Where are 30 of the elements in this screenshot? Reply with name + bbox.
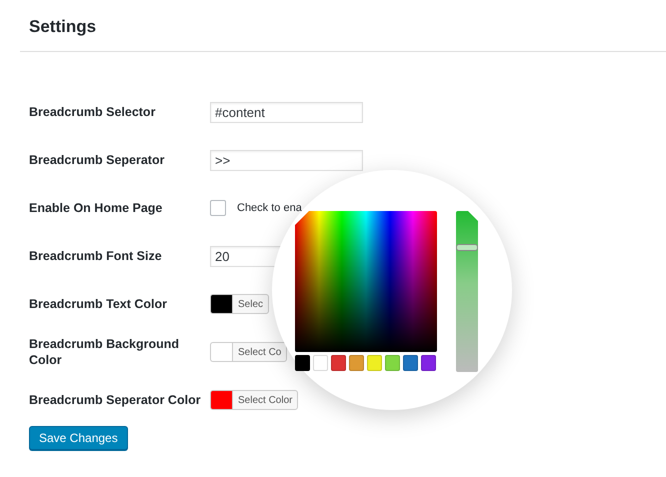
color-swatch[interactable]: [210, 342, 232, 362]
text-field[interactable]: #content: [210, 102, 363, 122]
color-swatch[interactable]: [210, 294, 232, 314]
palette-swatch[interactable]: [295, 355, 310, 371]
color-gradient-area[interactable]: [295, 211, 437, 352]
field-label: Breadcrumb Font Size: [29, 248, 163, 264]
select-color-button[interactable]: Selec: [232, 294, 270, 314]
palette-swatch[interactable]: [367, 355, 382, 371]
palette-swatch[interactable]: [385, 355, 400, 371]
color-swatch[interactable]: [210, 390, 232, 410]
page-title: Settings: [28, 16, 98, 38]
save-changes-button[interactable]: Save Changes: [29, 426, 128, 450]
field-label: Breadcrumb Selector: [29, 104, 156, 120]
field-label: Breadcrumb Text Color: [29, 296, 168, 312]
palette-swatch[interactable]: [313, 355, 328, 371]
field-label: Breadcrumb Seperator: [29, 152, 166, 168]
color-slider-track[interactable]: [456, 211, 478, 372]
field-label: Breadcrumb Seperator Color: [29, 392, 202, 408]
slider-handle[interactable]: [456, 244, 478, 252]
palette-swatch[interactable]: [421, 355, 436, 371]
select-color-button[interactable]: Select Color: [232, 390, 298, 410]
palette-swatch[interactable]: [331, 355, 346, 371]
field-label: Breadcrumb Background Color: [29, 336, 180, 368]
text-field[interactable]: >>: [210, 150, 363, 170]
select-color-button[interactable]: Select Co: [232, 342, 288, 362]
checkbox[interactable]: [210, 200, 226, 216]
palette-swatch[interactable]: [349, 355, 364, 371]
checkbox-label: Check to ena: [237, 202, 302, 214]
palette-swatch[interactable]: [403, 355, 418, 371]
field-label: Enable On Home Page: [29, 200, 164, 216]
